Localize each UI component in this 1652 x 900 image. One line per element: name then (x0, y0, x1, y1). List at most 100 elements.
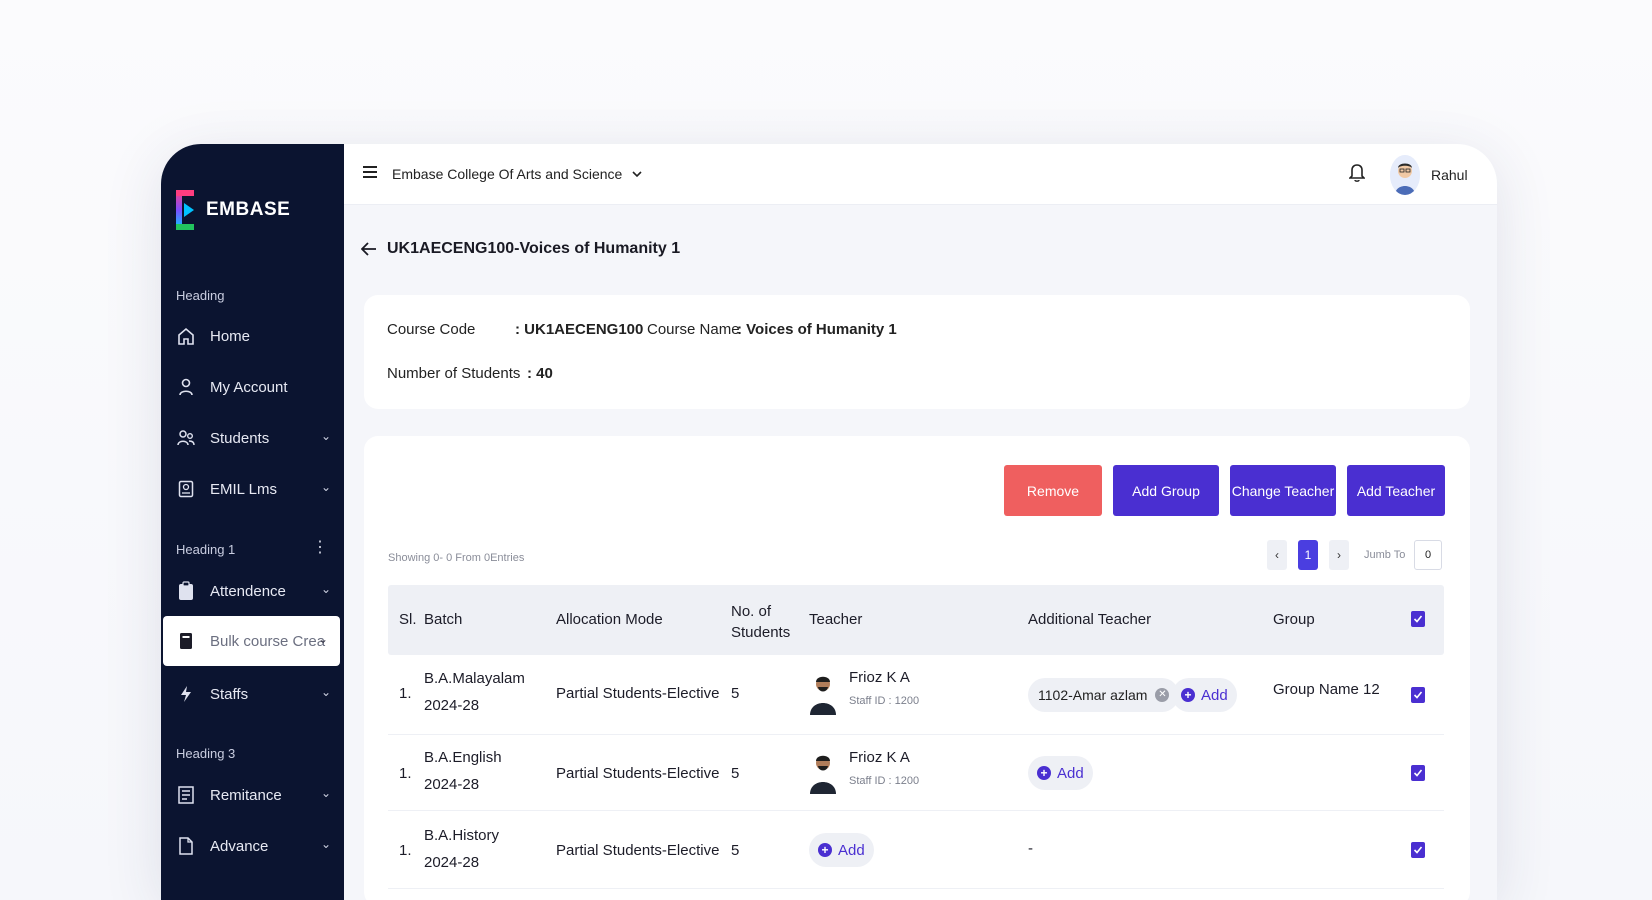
row-checkbox[interactable] (1411, 842, 1425, 858)
row-batch: B.A.English (424, 749, 502, 766)
row-checkbox[interactable] (1411, 765, 1425, 781)
plus-icon: + (1037, 766, 1051, 780)
plus-icon: + (1181, 688, 1195, 702)
document-icon (176, 836, 196, 856)
course-code-label: Course Code (387, 321, 476, 338)
topbar: Embase College Of Arts and Science Rahul (344, 144, 1497, 205)
add-additional-teacher-button[interactable]: + Add (1028, 756, 1093, 790)
add-group-button[interactable]: Add Group (1113, 465, 1219, 516)
teacher-avatar (810, 755, 836, 794)
jump-to-label: Jumb To (1364, 549, 1406, 561)
sidebar-heading: Heading (176, 288, 225, 303)
header-group: Group (1273, 611, 1315, 628)
chevron-down-icon: ⌄ (320, 429, 331, 443)
row-staff-id: Staff ID : 1200 (849, 775, 920, 787)
user-icon (176, 377, 196, 397)
sidebar-item-students[interactable]: Students ⌄ (176, 421, 331, 455)
row-additional-empty: - (1028, 840, 1033, 857)
add-label: Add (1057, 764, 1084, 782)
sidebar-item-label: Advance (210, 837, 269, 855)
avatar[interactable] (1390, 155, 1420, 195)
jump-to-input[interactable]: 0 (1414, 540, 1442, 570)
add-teacher-button[interactable]: Add Teacher (1347, 465, 1445, 516)
chevron-down-icon (632, 171, 642, 177)
sidebar: EMBASE Heading Home My Account Students … (161, 144, 344, 900)
row-batch-year: 2024-28 (424, 697, 480, 714)
more-vertical-icon[interactable]: ⋮ (312, 537, 328, 557)
students-count-label: Number of Students (387, 365, 521, 382)
row-batch: B.A.History (424, 827, 500, 844)
bolt-icon (176, 684, 196, 704)
course-name-value: : Voices of Humanity 1 (737, 321, 897, 338)
sidebar-item-attendence[interactable]: Attendence ⌄ (176, 574, 331, 608)
change-teacher-button[interactable]: Change Teacher (1230, 465, 1336, 516)
row-student-count: 5 (731, 685, 740, 702)
add-label: Add (1201, 686, 1228, 704)
sidebar-item-label: Attendence (210, 582, 286, 600)
table-row: 1. B.A.History 2024-28 Partial Students-… (388, 811, 1444, 889)
students-count-value: : 40 (527, 365, 553, 382)
row-sl: 1. (399, 842, 412, 859)
row-student-count: 5 (731, 842, 740, 859)
book-icon (176, 479, 196, 499)
sidebar-item-bulk-course-creation[interactable]: Bulk course Crea ⌄ (163, 616, 340, 666)
teacher-avatar (810, 676, 836, 715)
sidebar-item-label: Staffs (210, 685, 249, 703)
sidebar-item-remitance[interactable]: Remitance ⌄ (176, 778, 331, 812)
close-icon[interactable]: ✕ (1155, 688, 1170, 702)
row-checkbox[interactable] (1411, 687, 1425, 703)
sidebar-item-advance[interactable]: Advance ⌄ (176, 829, 331, 863)
college-name: Embase College Of Arts and Science (392, 166, 623, 182)
table-header: Sl. Batch Allocation Mode No. of Student… (388, 585, 1444, 655)
app-window: EMBASE Heading Home My Account Students … (161, 144, 1497, 900)
sidebar-item-my-account[interactable]: My Account (176, 370, 331, 404)
sidebar-item-label: Students (210, 429, 270, 447)
bell-icon[interactable] (1348, 162, 1366, 187)
row-student-count: 5 (731, 765, 740, 782)
chevron-down-icon: ⌄ (317, 632, 328, 646)
sidebar-item-label: Remitance (210, 786, 282, 804)
header-teacher: Teacher (809, 611, 863, 628)
sidebar-item-label: My Account (210, 378, 288, 396)
select-all-checkbox[interactable] (1411, 611, 1425, 627)
receipt-icon (176, 785, 196, 805)
row-sl: 1. (399, 685, 412, 702)
file-icon (176, 631, 196, 651)
prev-page-button[interactable]: ‹ (1267, 540, 1287, 570)
header-batch: Batch (424, 611, 463, 628)
row-allocation-mode: Partial Students-Elective (556, 765, 720, 782)
sidebar-item-home[interactable]: Home (176, 319, 331, 353)
table-row: 1. B.A.Malayalam 2024-28 Partial Student… (388, 655, 1444, 735)
user-name[interactable]: Rahul (1431, 167, 1468, 183)
page-number-button[interactable]: 1 (1298, 540, 1318, 570)
chevron-down-icon: ⌄ (320, 685, 331, 699)
course-info-card: Course Code : UK1AECENG100 Course Name :… (364, 295, 1470, 409)
chevron-down-icon: ⌄ (320, 582, 331, 596)
row-teacher-name: Frioz K A (849, 669, 910, 686)
sidebar-item-emil-lms[interactable]: EMIL Lms ⌄ (176, 472, 331, 506)
additional-teacher-chip: 1102-Amar azlam ✕ (1028, 678, 1180, 712)
sidebar-item-label: Bulk course Crea (210, 632, 326, 650)
next-page-button[interactable]: › (1329, 540, 1349, 570)
college-selector[interactable]: Embase College Of Arts and Science (392, 166, 642, 182)
chevron-down-icon: ⌄ (320, 786, 331, 800)
course-code-value: : UK1AECENG100 (515, 321, 644, 338)
row-batch-year: 2024-28 (424, 854, 480, 871)
row-staff-id: Staff ID : 1200 (849, 695, 920, 707)
row-sl: 1. (399, 765, 412, 782)
sidebar-item-label: EMIL Lms (210, 480, 277, 498)
allocation-card: Remove Add Group Change Teacher Add Teac… (364, 436, 1470, 900)
sidebar-item-staffs[interactable]: Staffs ⌄ (176, 677, 331, 711)
row-allocation-mode: Partial Students-Elective (556, 685, 720, 702)
arrow-left-icon[interactable] (361, 242, 377, 256)
header-sl: Sl. (399, 611, 417, 628)
clipboard-icon (176, 581, 196, 601)
remove-button[interactable]: Remove (1004, 465, 1102, 516)
add-label: Add (838, 841, 865, 859)
add-additional-teacher-button[interactable]: + Add (1172, 678, 1237, 712)
course-name-label: Course Name (647, 321, 740, 338)
add-teacher-inline-button[interactable]: + Add (809, 833, 874, 867)
row-teacher-name: Frioz K A (849, 749, 910, 766)
menu-icon[interactable] (363, 166, 377, 181)
chip-label: 1102-Amar azlam (1038, 687, 1148, 703)
